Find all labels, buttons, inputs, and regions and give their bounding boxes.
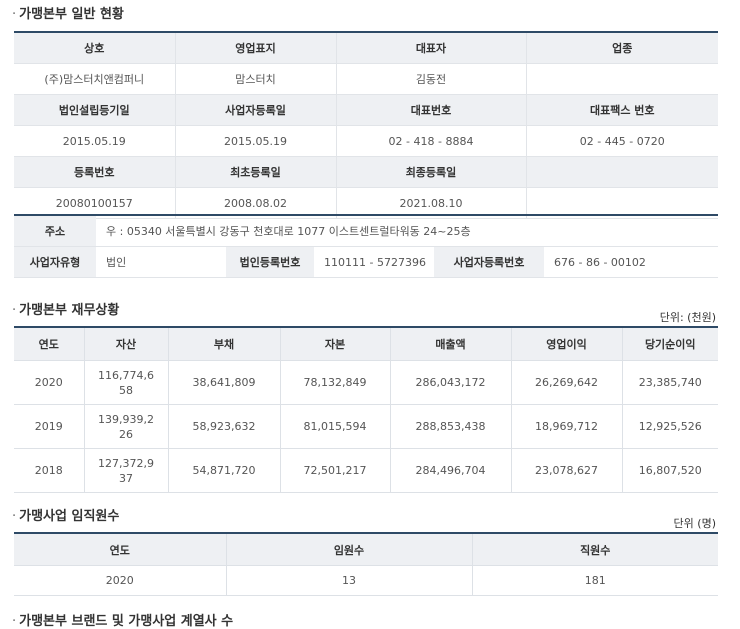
address-value: 우 : 05340 서울특별시 강동구 천호대로 1077 이스트센트럴타워동 … bbox=[96, 215, 719, 247]
section-title-general: · 가맹본부 일반 현황 bbox=[12, 7, 124, 22]
revenue-cell: 286,043,172 bbox=[390, 360, 512, 405]
address-table: 주소 우 : 05340 서울특별시 강동구 천호대로 1077 이스트센트럴타… bbox=[14, 214, 719, 278]
biz-reg-label: 사업자등록번호 bbox=[434, 246, 544, 278]
header-ceo: 대표자 bbox=[336, 32, 527, 64]
table-row: 2015.05.19 2015.05.19 02 - 418 - 8884 02… bbox=[14, 125, 718, 157]
bullet-icon: · bbox=[12, 7, 17, 22]
header-reg-number: 등록번호 bbox=[14, 156, 176, 188]
header-net-income: 당기순이익 bbox=[622, 327, 718, 361]
header-phone: 대표번호 bbox=[336, 94, 527, 126]
table-row: 2020 116,774,658 38,641,809 78,132,849 2… bbox=[14, 360, 718, 405]
year-cell: 2020 bbox=[14, 360, 85, 405]
phone-number: 02 - 418 - 8884 bbox=[336, 125, 527, 157]
liabilities-cell: 54,871,720 bbox=[168, 448, 281, 493]
finance-unit-label: 단위: (천원) bbox=[659, 311, 716, 324]
corp-reg-value: 110111 - 5727396 bbox=[314, 246, 434, 278]
revenue-cell: 288,853,438 bbox=[390, 404, 512, 449]
header-revenue: 매출액 bbox=[390, 327, 512, 361]
revenue-cell: 284,496,704 bbox=[390, 448, 512, 493]
section-title-staff: · 가맹사업 임직원수 bbox=[12, 509, 120, 524]
header-assets: 자산 bbox=[84, 327, 169, 361]
net-income-cell: 16,807,520 bbox=[622, 448, 718, 493]
header-executives: 임원수 bbox=[226, 533, 473, 566]
table-row: 주소 우 : 05340 서울특별시 강동구 천호대로 1077 이스트센트럴타… bbox=[14, 215, 719, 247]
year-cell: 2018 bbox=[14, 448, 85, 493]
staff-unit-label: 단위 (명) bbox=[673, 517, 716, 530]
equity-cell: 78,132,849 bbox=[280, 360, 391, 405]
employees-cell: 181 bbox=[472, 565, 718, 596]
equity-cell: 72,501,217 bbox=[280, 448, 391, 493]
company-name: (주)맘스터치앤컴퍼니 bbox=[14, 63, 176, 95]
corp-reg-label: 법인등록번호 bbox=[226, 246, 314, 278]
assets-cell: 127,372,937 bbox=[84, 448, 169, 493]
operating-income-cell: 23,078,627 bbox=[511, 448, 623, 493]
net-income-cell: 12,925,526 bbox=[622, 404, 718, 449]
biz-reg-value: 676 - 86 - 00102 bbox=[544, 246, 719, 278]
biz-type-value: 법인 bbox=[96, 246, 226, 278]
liabilities-cell: 38,641,809 bbox=[168, 360, 281, 405]
assets-cell: 116,774,658 bbox=[84, 360, 169, 405]
year-cell: 2019 bbox=[14, 404, 85, 449]
header-company-name: 상호 bbox=[14, 32, 176, 64]
table-row: 2019 139,939,226 58,923,632 81,015,594 2… bbox=[14, 404, 718, 449]
table-row: 2020 13 181 bbox=[14, 565, 718, 596]
header-year: 연도 bbox=[14, 327, 85, 361]
section-title-finance: · 가맹본부 재무상황 bbox=[12, 303, 120, 318]
header-equity: 자본 bbox=[280, 327, 391, 361]
staff-table: 연도 임원수 직원수 2020 13 181 bbox=[14, 532, 718, 596]
header-brand: 영업표지 bbox=[175, 32, 337, 64]
header-liabilities: 부채 bbox=[168, 327, 281, 361]
biz-reg-date: 2015.05.19 bbox=[175, 125, 337, 157]
table-row: 2018 127,372,937 54,871,720 72,501,217 2… bbox=[14, 448, 718, 493]
biz-type-label: 사업자유형 bbox=[14, 246, 96, 278]
table-row: 법인설립등기일 사업자등록일 대표번호 대표팩스 번호 bbox=[14, 94, 718, 126]
header-first-reg-date: 최초등록일 bbox=[175, 156, 337, 188]
net-income-cell: 23,385,740 bbox=[622, 360, 718, 405]
header-incorporation-date: 법인설립등기일 bbox=[14, 94, 176, 126]
header-last-reg-date: 최종등록일 bbox=[336, 156, 527, 188]
table-row: 사업자유형 법인 법인등록번호 110111 - 5727396 사업자등록번호… bbox=[14, 246, 719, 278]
ceo-name: 김동전 bbox=[336, 63, 527, 95]
bullet-icon: · bbox=[12, 614, 17, 629]
fax-number: 02 - 445 - 0720 bbox=[526, 125, 718, 157]
operating-income-cell: 18,969,712 bbox=[511, 404, 623, 449]
header-industry: 업종 bbox=[526, 32, 718, 64]
year-cell: 2020 bbox=[14, 565, 227, 596]
table-row: (주)맘스터치앤컴퍼니 맘스터치 김동전 bbox=[14, 63, 718, 95]
bullet-icon: · bbox=[12, 303, 17, 318]
table-row: 연도 임원수 직원수 bbox=[14, 533, 718, 566]
incorporation-date: 2015.05.19 bbox=[14, 125, 176, 157]
address-label: 주소 bbox=[14, 215, 96, 247]
operating-income-cell: 26,269,642 bbox=[511, 360, 623, 405]
header-year: 연도 bbox=[14, 533, 227, 566]
header-operating-income: 영업이익 bbox=[511, 327, 623, 361]
finance-table: 연도 자산 부채 자본 매출액 영업이익 당기순이익 2020 116,774,… bbox=[14, 326, 718, 493]
liabilities-cell: 58,923,632 bbox=[168, 404, 281, 449]
header-empty bbox=[526, 156, 718, 188]
header-fax: 대표팩스 번호 bbox=[526, 94, 718, 126]
bullet-icon: · bbox=[12, 509, 17, 524]
equity-cell: 81,015,594 bbox=[280, 404, 391, 449]
header-biz-reg-date: 사업자등록일 bbox=[175, 94, 337, 126]
table-row: 등록번호 최초등록일 최종등록일 bbox=[14, 156, 718, 188]
table-row: 상호 영업표지 대표자 업종 bbox=[14, 32, 718, 64]
header-employees: 직원수 bbox=[472, 533, 718, 566]
brand-name: 맘스터치 bbox=[175, 63, 337, 95]
industry bbox=[526, 63, 718, 95]
general-info-table: 상호 영업표지 대표자 업종 (주)맘스터치앤컴퍼니 맘스터치 김동전 법인설립… bbox=[14, 31, 718, 219]
assets-cell: 139,939,226 bbox=[84, 404, 169, 449]
executives-cell: 13 bbox=[226, 565, 473, 596]
table-row: 연도 자산 부채 자본 매출액 영업이익 당기순이익 bbox=[14, 327, 718, 361]
section-title-brands: · 가맹본부 브랜드 및 가맹사업 계열사 수 bbox=[12, 614, 234, 629]
